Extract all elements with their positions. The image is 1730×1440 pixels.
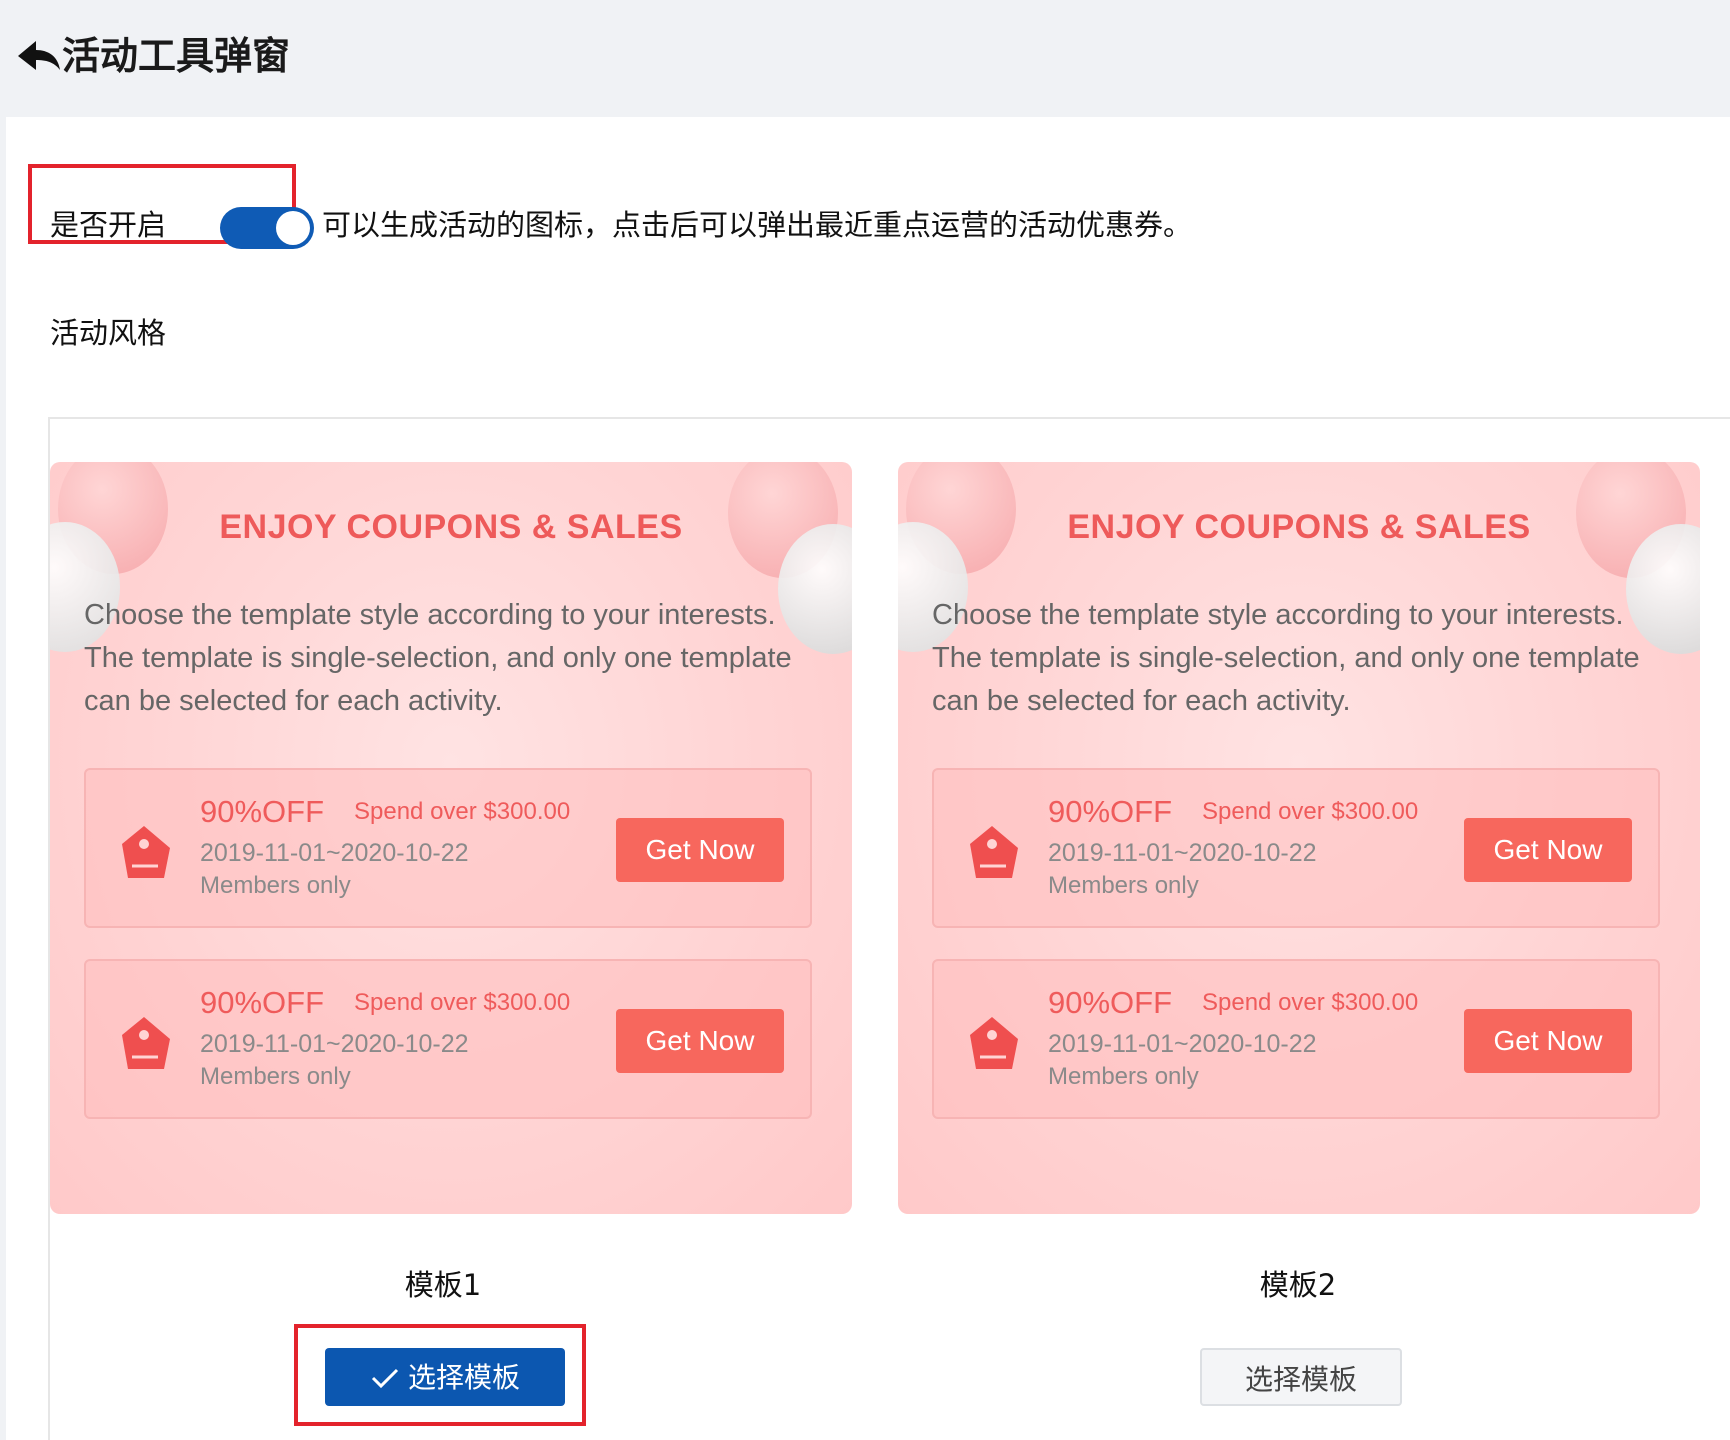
coupon-condition: Spend over $300.00 (354, 798, 571, 825)
coupon-dates: 2019-11-01~2020-10-22 (200, 1030, 469, 1058)
coupon-card: 90%OFF Spend over $300.00 2019-11-01~202… (932, 768, 1660, 928)
enable-label: 是否开启 (50, 208, 167, 242)
coupon-dates: 2019-11-01~2020-10-22 (200, 839, 469, 867)
preview-heading: ENJOY COUPONS & SALES (219, 508, 683, 546)
preview-description: Choose the template style according to y… (84, 599, 792, 717)
page-header: 活动工具弹窗 (0, 0, 1730, 117)
coupon-dates: 2019-11-01~2020-10-22 (1048, 839, 1317, 867)
preview-heading: ENJOY COUPONS & SALES (1067, 508, 1531, 546)
template-name-1: 模板1 (404, 1268, 482, 1302)
coupon-audience: Members only (200, 872, 351, 899)
select-template-label: 选择模板 (1244, 1363, 1357, 1396)
coupon-audience: Members only (1048, 872, 1199, 899)
coupon-audience: Members only (200, 1063, 351, 1090)
select-template-2-button[interactable]: 选择模板 (1200, 1348, 1402, 1406)
template-preview-1[interactable]: ENJOY COUPONS & SALES Choose the templat… (50, 462, 852, 1214)
coupon-condition: Spend over $300.00 (1202, 989, 1419, 1016)
coupon-discount: 90%OFF (200, 985, 325, 1020)
template-name-2: 模板2 (1259, 1268, 1337, 1302)
get-now-button[interactable]: Get Now (1464, 818, 1632, 882)
price-tag-icon (122, 1017, 170, 1069)
price-tag-icon (970, 826, 1018, 878)
enable-toggle[interactable] (220, 207, 314, 249)
check-icon (371, 1368, 399, 1389)
coupon-card: 90%OFF Spend over $300.00 2019-11-01~202… (84, 959, 812, 1119)
price-tag-icon (122, 826, 170, 878)
get-now-button[interactable]: Get Now (616, 818, 784, 882)
coupon-discount: 90%OFF (1048, 985, 1173, 1020)
price-tag-icon (970, 1017, 1018, 1069)
coupon-dates: 2019-11-01~2020-10-22 (1048, 1030, 1317, 1058)
page-title: 活动工具弹窗 (62, 34, 291, 78)
template-preview-2[interactable]: ENJOY COUPONS & SALES Choose the templat… (898, 462, 1700, 1214)
back-arrow-icon[interactable] (16, 38, 62, 74)
get-now-button[interactable]: Get Now (1464, 1009, 1632, 1073)
coupon-card: 90%OFF Spend over $300.00 2019-11-01~202… (932, 959, 1660, 1119)
coupon-discount: 90%OFF (1048, 794, 1173, 829)
coupon-condition: Spend over $300.00 (1202, 798, 1419, 825)
coupon-audience: Members only (1048, 1063, 1199, 1090)
left-gutter (0, 117, 6, 1440)
coupon-card: 90%OFF Spend over $300.00 2019-11-01~202… (84, 768, 812, 928)
toggle-knob (276, 211, 310, 245)
select-template-1-button[interactable]: 选择模板 (325, 1348, 565, 1406)
style-section-label: 活动风格 (50, 316, 167, 350)
coupon-condition: Spend over $300.00 (354, 989, 571, 1016)
select-template-label: 选择模板 (407, 1361, 520, 1394)
get-now-button[interactable]: Get Now (616, 1009, 784, 1073)
coupon-discount: 90%OFF (200, 794, 325, 829)
enable-description: 可以生成活动的图标，点击后可以弹出最近重点运营的活动优惠券。 (322, 208, 1193, 242)
preview-description: Choose the template style according to y… (932, 599, 1640, 717)
